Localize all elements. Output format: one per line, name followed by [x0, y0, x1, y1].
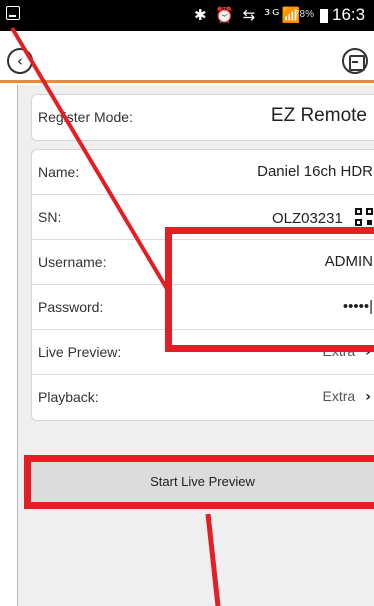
chevron-right-icon: ›	[365, 389, 371, 405]
save-button[interactable]	[342, 48, 368, 74]
register-mode-card: Register Mode: EZ Remote	[31, 94, 374, 141]
name-value[interactable]: Daniel 16ch HDR	[257, 163, 373, 180]
playback-value: Extra	[322, 388, 356, 404]
playback-label: Playback:	[38, 389, 99, 405]
register-mode-row[interactable]: Register Mode: EZ Remote	[32, 95, 374, 140]
nav-bar: ‹	[0, 31, 374, 83]
name-label: Name:	[38, 164, 80, 180]
sn-value[interactable]: OLZ03231	[272, 210, 343, 227]
password-label: Password:	[38, 299, 104, 315]
username-row[interactable]: Username: ADMIN	[32, 240, 374, 285]
content-area: Register Mode: EZ Remote Name: Daniel 16…	[17, 85, 374, 606]
qr-code-icon[interactable]	[355, 208, 373, 226]
live-preview-row[interactable]: Live Preview: Extra ›	[32, 330, 374, 375]
status-icons: ✱ ⏰ ⇆ ³ᴳ📶	[194, 6, 303, 24]
name-row[interactable]: Name: Daniel 16ch HDR	[32, 150, 374, 195]
sn-label: SN:	[38, 209, 62, 225]
live-preview-label: Live Preview:	[38, 344, 122, 360]
username-field[interactable]: ADMIN	[325, 253, 373, 270]
password-field[interactable]: •••••|	[343, 298, 373, 315]
register-mode-label: Register Mode:	[38, 109, 133, 125]
device-settings-card: Name: Daniel 16ch HDR SN: OLZ03231 Usern…	[31, 149, 374, 421]
status-bar: ✱ ⏰ ⇆ ³ᴳ📶 78% 16:3	[0, 0, 374, 31]
clock: 16:3	[332, 5, 366, 24]
register-mode-value: EZ Remote	[270, 105, 367, 126]
playback-row[interactable]: Playback: Extra ›	[32, 375, 374, 420]
battery-icon	[320, 9, 328, 23]
start-live-preview-button[interactable]: Start Live Preview	[24, 455, 374, 509]
notification-icon	[6, 6, 20, 20]
back-button[interactable]: ‹	[7, 48, 33, 74]
sn-value-wrap: OLZ03231	[272, 208, 373, 227]
sn-row[interactable]: SN: OLZ03231	[32, 195, 374, 240]
chevron-left-icon: ‹	[17, 52, 23, 70]
live-preview-value: Extra	[322, 343, 356, 359]
chevron-right-icon: ›	[365, 344, 371, 360]
playback-select[interactable]: Extra ›	[323, 388, 371, 405]
live-preview-select[interactable]: Extra ›	[323, 343, 371, 360]
username-label: Username:	[38, 254, 107, 270]
password-row[interactable]: Password: •••••|	[32, 285, 374, 330]
battery-percent: 78%	[294, 9, 315, 20]
